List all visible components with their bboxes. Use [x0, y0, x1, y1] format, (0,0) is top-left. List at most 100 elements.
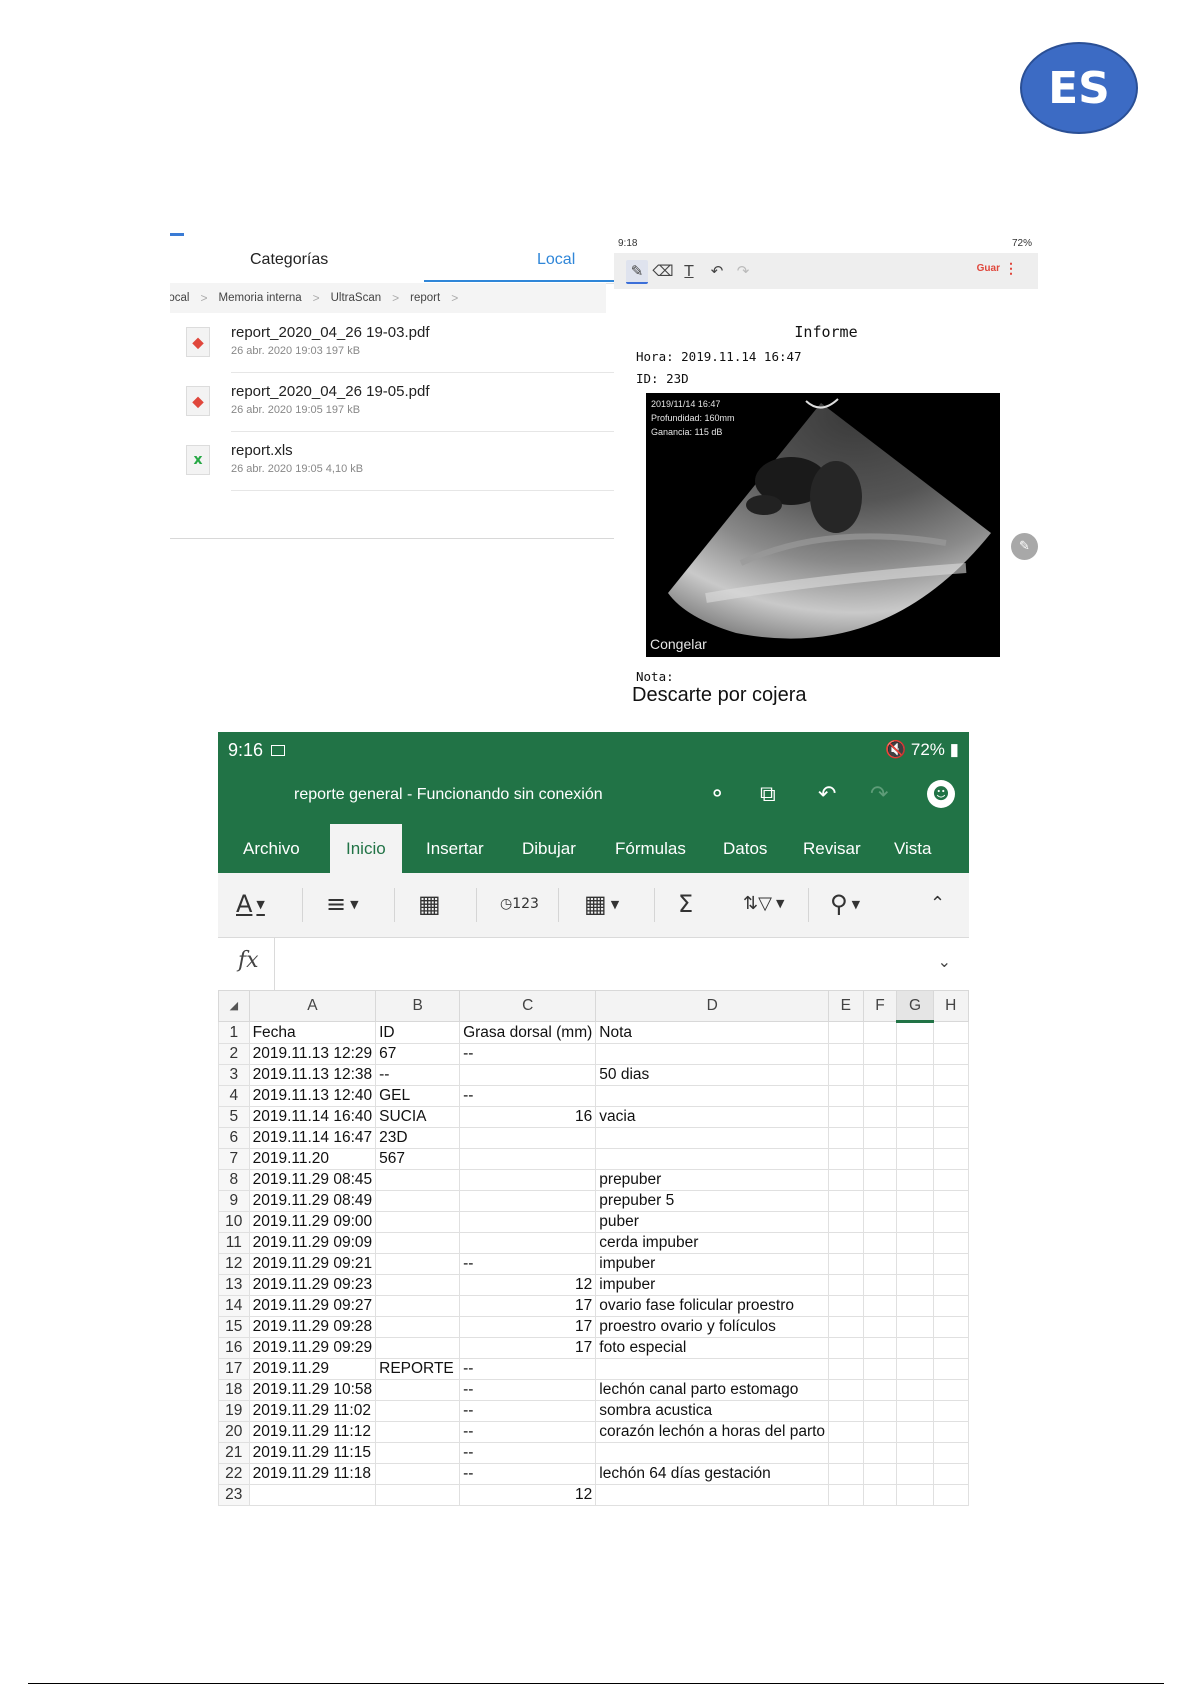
row-header[interactable]: 11 — [218, 1232, 250, 1254]
cell[interactable] — [459, 1211, 597, 1233]
cell[interactable] — [932, 1148, 969, 1170]
row-header[interactable]: 2 — [218, 1043, 250, 1065]
cell[interactable]: lechón canal parto estomago — [595, 1379, 830, 1401]
cell[interactable] — [828, 1021, 864, 1044]
cell[interactable] — [932, 1295, 969, 1317]
cell[interactable] — [896, 1316, 934, 1338]
cell[interactable]: 2019.11.29 11:18 — [248, 1463, 377, 1485]
cell[interactable] — [595, 1085, 830, 1107]
cell[interactable] — [896, 1190, 934, 1212]
cell[interactable] — [862, 1379, 898, 1401]
cell[interactable] — [459, 1190, 597, 1212]
file-item[interactable]: ◆ report_2020_04_26 19-03.pdf 26 abr. 20… — [170, 315, 614, 373]
format-cells-icon[interactable]: ▦ — [418, 887, 441, 921]
lightbulb-icon[interactable]: ⚬ — [708, 782, 726, 807]
cell[interactable]: 567 — [375, 1148, 461, 1170]
cell[interactable] — [862, 1421, 898, 1443]
cell[interactable] — [862, 1463, 898, 1485]
cell[interactable]: 50 dias — [595, 1064, 830, 1086]
cell[interactable]: 67 — [375, 1043, 461, 1065]
cell[interactable] — [828, 1253, 864, 1275]
cell[interactable]: 2019.11.29 10:58 — [248, 1379, 377, 1401]
column-header-a[interactable]: A — [248, 990, 377, 1022]
row-header[interactable]: 17 — [218, 1358, 250, 1380]
tab-insertar[interactable]: Insertar — [426, 824, 484, 873]
redo-icon[interactable]: ↷ — [870, 782, 888, 807]
cell[interactable] — [862, 1442, 898, 1464]
cell[interactable] — [375, 1379, 461, 1401]
cell[interactable]: 2019.11.14 16:47 — [248, 1127, 377, 1149]
cell[interactable]: cerda impuber — [595, 1232, 830, 1254]
cell[interactable]: GEL — [375, 1085, 461, 1107]
cell[interactable] — [896, 1463, 934, 1485]
cell[interactable] — [459, 1232, 597, 1254]
cell[interactable] — [375, 1295, 461, 1317]
cell[interactable] — [828, 1358, 864, 1380]
cell[interactable]: 2019.11.29 11:12 — [248, 1421, 377, 1443]
row-header[interactable]: 10 — [218, 1211, 250, 1233]
row-header[interactable]: 23 — [218, 1484, 250, 1506]
cell[interactable] — [932, 1211, 969, 1233]
cell[interactable]: -- — [459, 1253, 597, 1275]
cell[interactable] — [932, 1064, 969, 1086]
row-header[interactable]: 20 — [218, 1421, 250, 1443]
cell[interactable]: 17 — [459, 1316, 597, 1338]
cell[interactable] — [862, 1190, 898, 1212]
cell[interactable] — [595, 1358, 830, 1380]
cell[interactable] — [896, 1400, 934, 1422]
save-button[interactable]: Guar — [977, 263, 1000, 274]
cell[interactable]: 2019.11.14 16:40 — [248, 1106, 377, 1128]
cell[interactable]: 2019.11.29 09:09 — [248, 1232, 377, 1254]
cell[interactable] — [932, 1169, 969, 1191]
cell[interactable]: prepuber — [595, 1169, 830, 1191]
cell[interactable] — [862, 1400, 898, 1422]
sort-filter-icon[interactable]: ⇅▽ ▼ — [743, 887, 784, 921]
cell[interactable]: 17 — [459, 1295, 597, 1317]
redo-icon[interactable]: ↷ — [732, 260, 754, 282]
undo-icon[interactable]: ↶ — [706, 260, 728, 282]
cell[interactable] — [932, 1442, 969, 1464]
cell[interactable]: 2019.11.13 12:38 — [248, 1064, 377, 1086]
column-header-h[interactable]: H — [932, 990, 969, 1022]
cell[interactable] — [896, 1379, 934, 1401]
row-header[interactable]: 19 — [218, 1400, 250, 1422]
collapse-ribbon-icon[interactable]: ⌃ — [930, 887, 945, 921]
cell[interactable] — [862, 1337, 898, 1359]
cell[interactable]: -- — [459, 1043, 597, 1065]
cell[interactable] — [862, 1484, 898, 1506]
cell[interactable] — [896, 1106, 934, 1128]
row-header[interactable]: 5 — [218, 1106, 250, 1128]
row-header[interactable]: 16 — [218, 1337, 250, 1359]
cell[interactable] — [932, 1253, 969, 1275]
cell[interactable]: 2019.11.29 11:02 — [248, 1400, 377, 1422]
tab-revisar[interactable]: Revisar — [803, 824, 861, 873]
cell[interactable] — [896, 1169, 934, 1191]
cell[interactable] — [862, 1169, 898, 1191]
cell[interactable] — [896, 1253, 934, 1275]
cell[interactable]: 12 — [459, 1274, 597, 1296]
font-color-icon[interactable]: A ▼ — [236, 887, 265, 921]
cell[interactable]: 2019.11.29 — [248, 1358, 377, 1380]
cell[interactable]: 2019.11.29 09:21 — [248, 1253, 377, 1275]
cell[interactable] — [828, 1274, 864, 1296]
cell[interactable]: 2019.11.29 08:49 — [248, 1190, 377, 1212]
cell[interactable] — [862, 1021, 898, 1044]
cell[interactable] — [932, 1021, 969, 1044]
cell[interactable] — [932, 1421, 969, 1443]
cell[interactable] — [828, 1190, 864, 1212]
cell[interactable] — [932, 1274, 969, 1296]
cell[interactable] — [862, 1127, 898, 1149]
cell[interactable]: ID — [375, 1021, 461, 1044]
breadcrumb-report[interactable]: report — [410, 292, 440, 304]
cell[interactable] — [828, 1295, 864, 1317]
row-header[interactable]: 8 — [218, 1169, 250, 1191]
cell[interactable] — [932, 1358, 969, 1380]
cell[interactable] — [828, 1400, 864, 1422]
cell[interactable] — [375, 1337, 461, 1359]
column-header-d[interactable]: D — [595, 990, 830, 1022]
cell[interactable]: 2019.11.29 09:28 — [248, 1316, 377, 1338]
cell[interactable] — [896, 1021, 934, 1044]
cell[interactable]: -- — [459, 1358, 597, 1380]
tab-local[interactable]: Local — [537, 251, 575, 269]
autosum-icon[interactable]: Σ — [678, 887, 693, 921]
